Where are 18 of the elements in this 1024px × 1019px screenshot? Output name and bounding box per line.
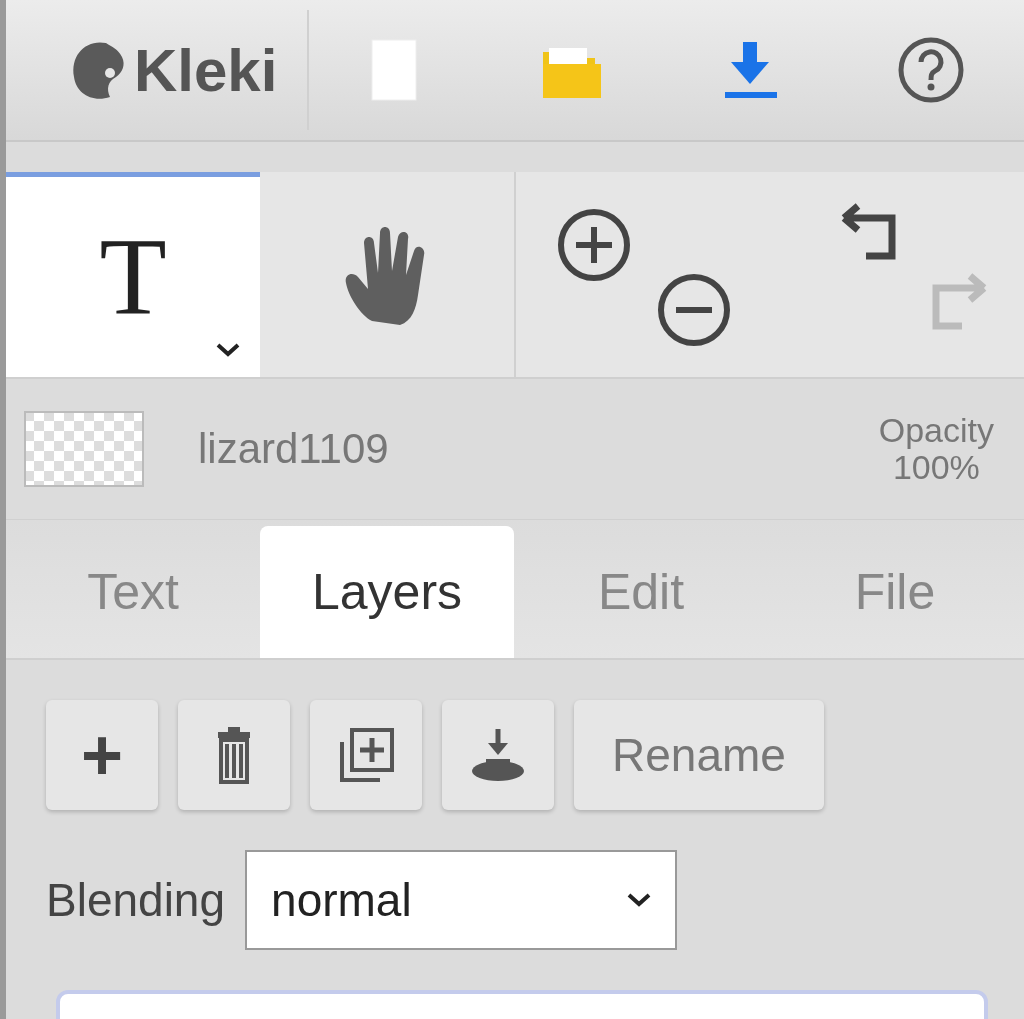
blending-label: Blending: [46, 873, 226, 927]
duplicate-layer-button[interactable]: [310, 700, 422, 810]
layer-name: lizard1109: [198, 425, 390, 473]
delete-layer-button[interactable]: [178, 700, 290, 810]
type-tool-button[interactable]: T: [6, 172, 260, 377]
merge-down-icon: [470, 727, 526, 783]
chevron-icon: [216, 343, 240, 357]
add-layer-button[interactable]: +: [46, 700, 158, 810]
opacity-readout: Opacity 100%: [878, 411, 994, 487]
zoom-out-icon[interactable]: [656, 272, 732, 348]
tab[interactable]: Layers: [260, 526, 514, 658]
help-icon[interactable]: [896, 36, 965, 104]
merge-layer-button[interactable]: [442, 700, 554, 810]
rename-button[interactable]: Rename: [574, 700, 824, 810]
blending-dropdown[interactable]: normal: [245, 850, 678, 950]
zoom-in-icon[interactable]: [556, 207, 632, 283]
logo-text: Kleki: [134, 35, 278, 105]
chevron-icon: [627, 893, 652, 907]
